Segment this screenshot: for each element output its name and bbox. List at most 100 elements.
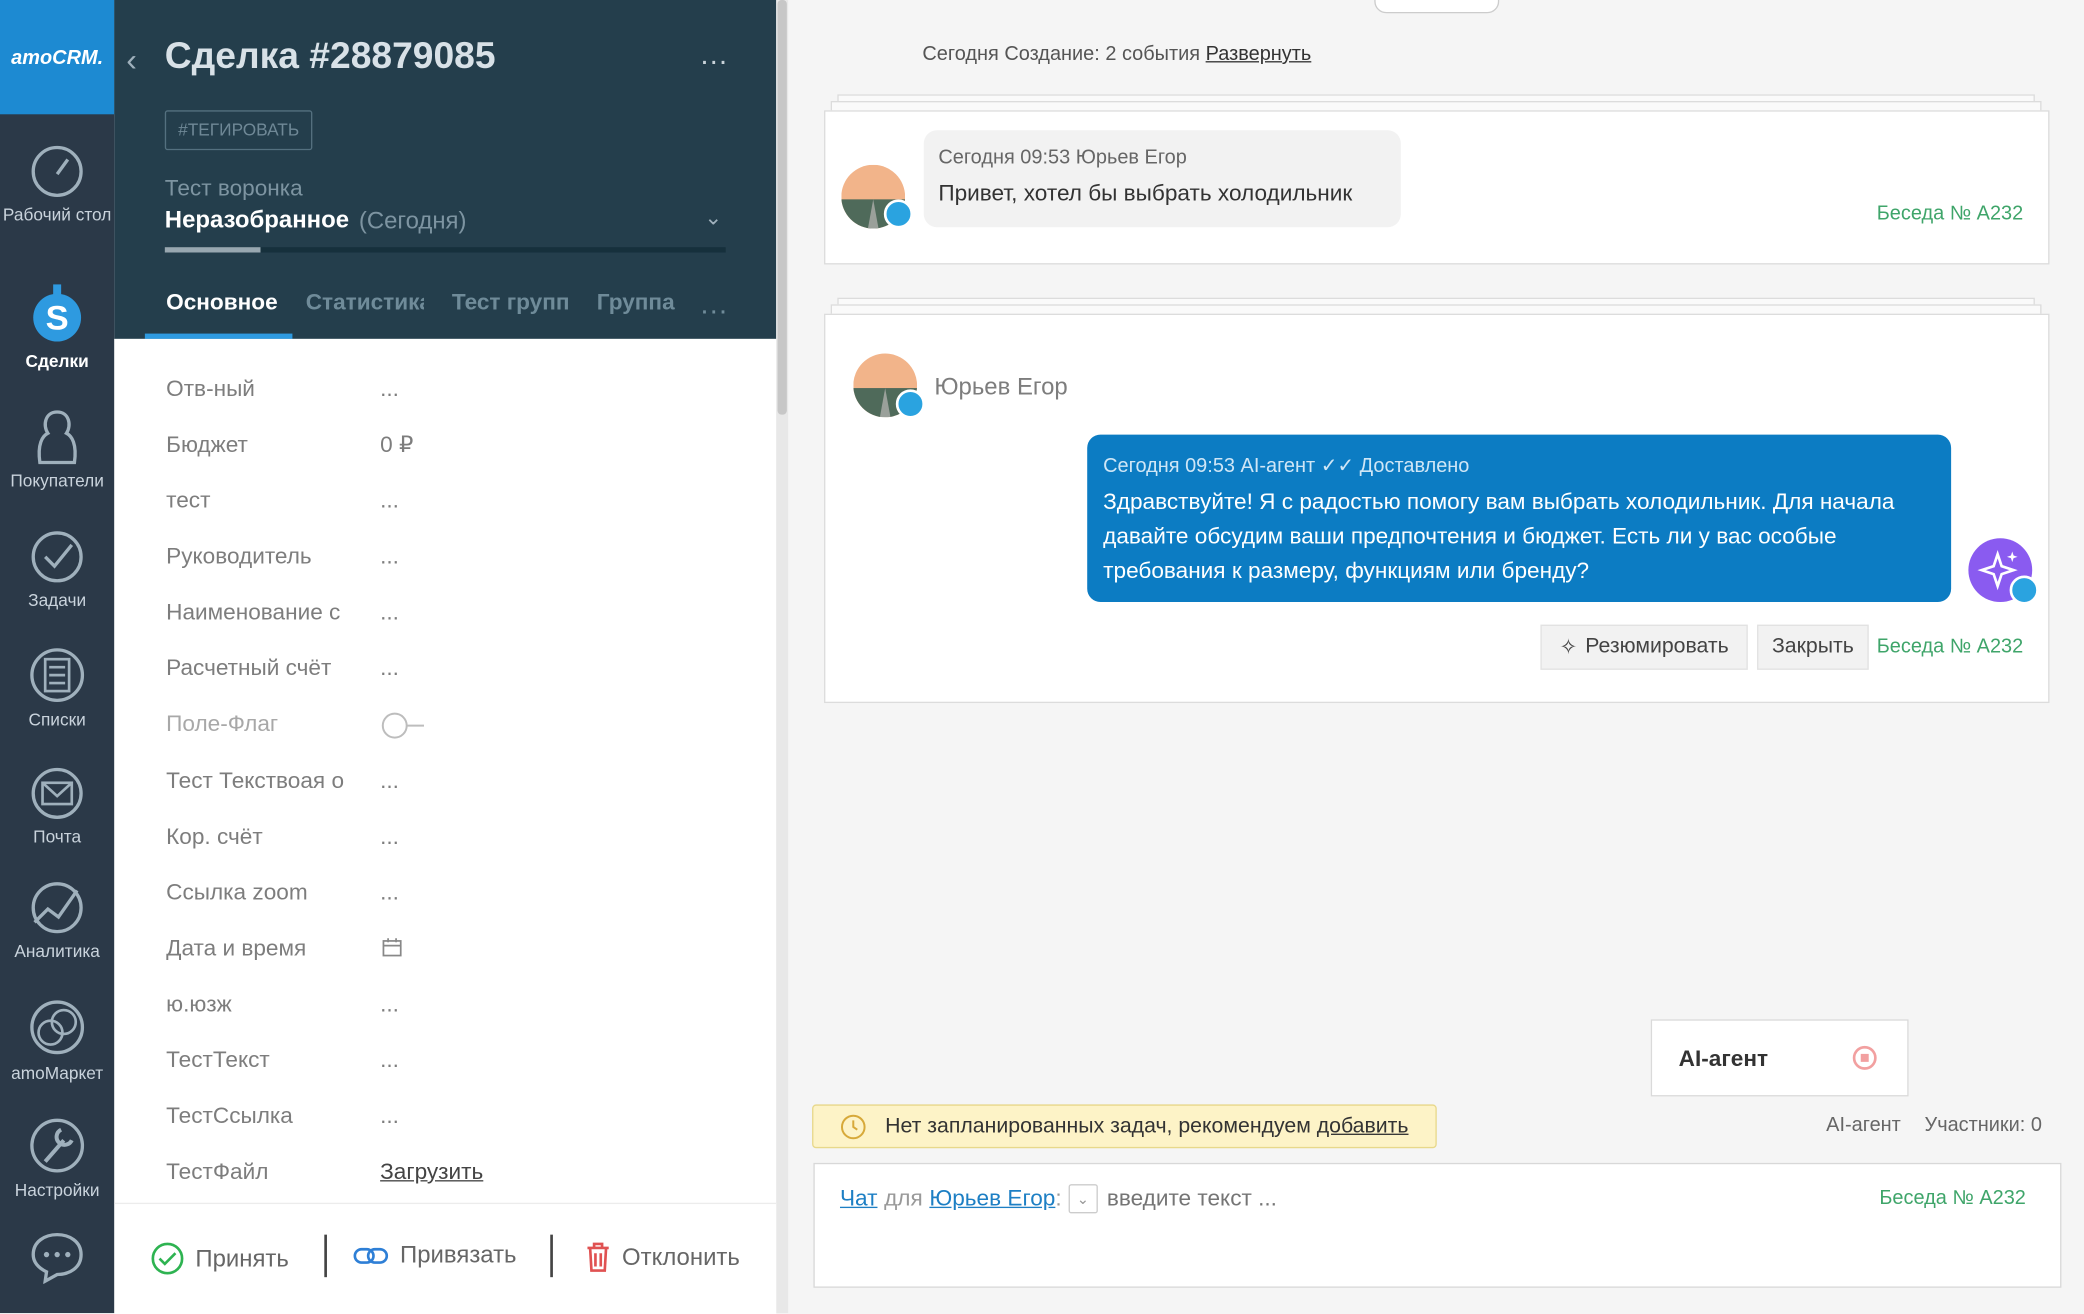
more-dots-icon: … <box>699 287 730 321</box>
sender-name[interactable]: Юрьев Егор <box>934 373 1067 401</box>
field-value-account[interactable]: ... <box>380 655 399 682</box>
customers-icon <box>37 410 77 465</box>
link-chain-icon <box>353 1247 389 1264</box>
nav-item-mail[interactable]: Почта <box>0 766 114 847</box>
field-value-manager[interactable]: ... <box>380 544 399 571</box>
field-label-test-text: ТестТекст <box>166 1047 270 1073</box>
telegram-icon <box>883 199 914 229</box>
dashboard-gauge-icon <box>31 145 83 198</box>
feed-header: Сегодня Создание: 2 события Развернуть <box>922 43 1311 66</box>
nav-label-lists: Списки <box>28 709 86 730</box>
tab-test-group[interactable]: Тест групп <box>452 290 570 317</box>
add-task-link[interactable]: добавить <box>1317 1114 1409 1138</box>
field-label-zoom: Ссылка zoom <box>166 879 308 906</box>
chat-bubble-icon <box>31 1232 83 1285</box>
clock-icon <box>840 1114 866 1139</box>
ai-agent-label: AI-агент <box>1678 1045 1769 1072</box>
field-label-yuyuzh: ю.юзж <box>166 991 232 1017</box>
decline-label: Отклонить <box>622 1243 740 1270</box>
nav-label-settings: Настройки <box>14 1180 100 1201</box>
nav-item-dashboard[interactable]: Рабочий стол <box>0 144 114 225</box>
field-value-text-test[interactable]: ... <box>380 768 399 795</box>
field-value-test-text[interactable]: ... <box>380 1047 399 1074</box>
conversation-number-link[interactable]: Беседа № А232 <box>1879 1187 2026 1210</box>
conversation-number-link[interactable]: Беседа № А232 <box>1877 202 2024 225</box>
nav-item-market[interactable]: amoМаркет <box>0 997 114 1083</box>
fields-scrollbar-thumb[interactable] <box>777 0 787 415</box>
nav-label-tasks: Задачи <box>28 590 87 611</box>
field-value-budget[interactable]: 0 ₽ <box>380 432 413 459</box>
link-button[interactable]: Привязать <box>352 1241 517 1269</box>
more-dots-icon: … <box>699 37 730 71</box>
actions-divider <box>550 1234 553 1278</box>
chat-mode-link[interactable]: Чат <box>840 1185 877 1212</box>
field-value-corr-account[interactable]: ... <box>380 824 399 851</box>
field-value-yuyuzh[interactable]: ... <box>380 991 399 1018</box>
sparkle-icon: ✧ <box>1559 636 1578 660</box>
tab-group[interactable]: Группа <box>597 290 675 317</box>
nav-item-deals[interactable]: S Сделки <box>0 282 114 371</box>
tabs-more-button[interactable]: … <box>699 287 730 322</box>
stop-icon[interactable] <box>1852 1045 1877 1070</box>
deal-title[interactable]: Сделка #28879085 <box>165 35 496 78</box>
nav-item-settings[interactable]: Настройки <box>0 1116 114 1201</box>
field-label-account: Расчетный счёт <box>166 655 332 681</box>
recipient-chevron-down-icon[interactable]: ⌄ <box>1068 1184 1098 1214</box>
deal-stage[interactable]: Неразобранное <box>165 206 349 234</box>
outgoing-message-bubble[interactable]: Сегодня 09:53 AI-агент ✓✓ Доставлено Здр… <box>1087 434 1952 603</box>
deal-menu-button[interactable]: … <box>699 37 730 72</box>
recipient-link[interactable]: Юрьев Егор <box>929 1185 1055 1210</box>
field-label-corr-account: Кор. счёт <box>166 823 263 850</box>
nav-label-dashboard: Рабочий стол <box>2 204 112 225</box>
nav-item-lists[interactable]: Списки <box>0 646 114 730</box>
stage-chevron-down-icon[interactable]: ⌄ <box>704 205 722 232</box>
upload-file-link[interactable]: Загрузить <box>380 1159 483 1186</box>
tag-button[interactable]: #ТЕГИРОВАТЬ <box>164 110 313 151</box>
back-chevron-icon[interactable]: ‹ <box>126 43 153 79</box>
today-date-pill <box>1374 0 1500 14</box>
tab-main[interactable]: Основное <box>166 290 277 317</box>
summarize-button[interactable]: ✧ Резюмировать <box>1540 624 1748 670</box>
flag-toggle[interactable] <box>381 712 426 739</box>
participants-count[interactable]: Участники: 0 <box>1925 1114 2042 1137</box>
composer-colon: : <box>1055 1185 1062 1211</box>
calendar-button[interactable] <box>381 937 402 958</box>
message-text: Здравствуйте! Я с радостью помогу вам вы… <box>1103 489 1895 584</box>
no-tasks-notice: Нет запланированных задач, рекомендуем д… <box>812 1104 1437 1149</box>
svg-text:S: S <box>46 300 69 338</box>
settings-wrench-icon <box>30 1118 85 1173</box>
nav-item-customers[interactable]: Покупатели <box>0 407 114 490</box>
field-label-manager: Руководитель <box>166 543 312 569</box>
feed-events-summary: Сегодня Создание: 2 события <box>922 42 1201 66</box>
message-meta: Сегодня 09:53 Юрьев Егор <box>938 146 1187 169</box>
stage-date: (Сегодня) <box>358 207 467 234</box>
nav-label-analytics: Аналитика <box>14 940 100 961</box>
tab-statistics[interactable]: Статистика <box>306 290 424 317</box>
nav-label-deals: Сделки <box>25 350 89 371</box>
incoming-message-bubble[interactable]: Сегодня 09:53 Юрьев Егор Привет, хотел б… <box>923 130 1401 228</box>
accept-button[interactable]: Принять <box>150 1241 289 1276</box>
delivery-status: Доставлено <box>1359 454 1470 478</box>
ai-agent-panel[interactable]: AI-агент <box>1650 1019 1909 1097</box>
field-value-name[interactable]: ... <box>380 599 399 626</box>
message-composer[interactable]: Чат для Юрьев Егор: ⌄ Беседа № А232 <box>813 1162 2062 1288</box>
field-value-zoom[interactable]: ... <box>380 880 399 907</box>
ai-agent-participant[interactable]: AI-агент <box>1826 1114 1901 1137</box>
amocrm-logo[interactable]: amoCRM. <box>0 0 115 115</box>
field-value-test[interactable]: ... <box>380 488 399 515</box>
nav-item-analytics[interactable]: Аналитика <box>0 880 114 961</box>
close-conversation-button[interactable]: Закрыть <box>1757 624 1869 670</box>
field-value-responsible[interactable]: ... <box>380 376 399 403</box>
telegram-icon <box>2009 575 2039 605</box>
field-label-budget: Бюджет <box>166 431 248 458</box>
nav-item-tasks[interactable]: Задачи <box>0 529 114 610</box>
field-label-flag: Поле-Флаг <box>166 711 279 737</box>
expand-events-link[interactable]: Развернуть <box>1206 43 1312 66</box>
toggle-icon <box>381 712 424 739</box>
close-label: Закрыть <box>1771 635 1854 658</box>
conversation-number-link[interactable]: Беседа № А232 <box>1877 635 2024 658</box>
message-input[interactable] <box>1104 1184 1801 1214</box>
field-value-test-link[interactable]: ... <box>380 1103 399 1130</box>
nav-chat-button[interactable] <box>29 1231 85 1285</box>
decline-button[interactable]: Отклонить <box>585 1241 740 1273</box>
